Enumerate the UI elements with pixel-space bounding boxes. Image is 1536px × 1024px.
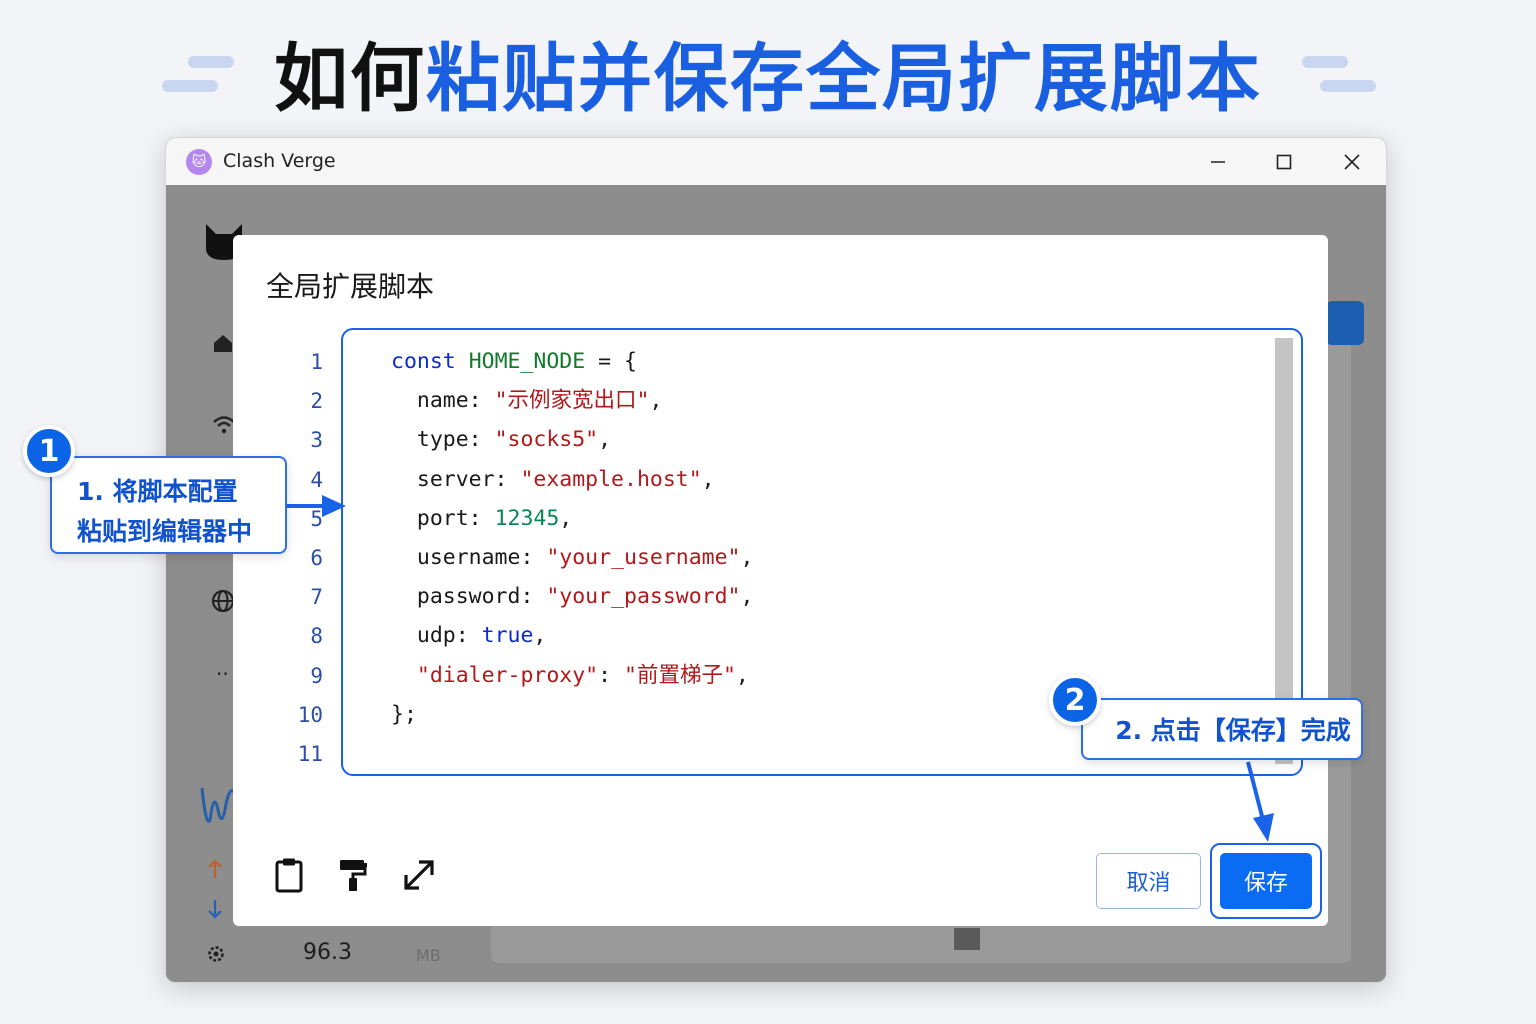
step1-line1: 1. 将脚本配置 xyxy=(77,477,238,506)
code-token: const xyxy=(391,349,456,374)
line-number: 7 xyxy=(310,585,323,610)
code-token: server: xyxy=(416,466,521,492)
line-number: 2 xyxy=(310,389,323,414)
code-token: "example.host" xyxy=(520,466,702,492)
code-token: : xyxy=(598,662,624,688)
code-token: , xyxy=(559,505,573,531)
save-button[interactable]: 保存 xyxy=(1220,853,1312,909)
code-token: }; xyxy=(391,701,417,727)
more-icon: ·· xyxy=(216,662,229,686)
code-line: const HOME_NODE = { xyxy=(391,342,753,381)
code-token: type: xyxy=(416,427,495,453)
home-icon xyxy=(214,335,232,352)
code-line: "dialer-proxy": "前置梯子", xyxy=(391,656,753,695)
page-headline: 如何 粘贴并保存全局扩展脚本 xyxy=(0,24,1536,122)
code-token: "your_password" xyxy=(546,584,741,610)
code-token: HOME_NODE xyxy=(468,349,586,374)
line-number: 3 xyxy=(310,428,323,453)
code-token: , xyxy=(533,623,547,649)
fullscreen-button[interactable] xyxy=(399,855,439,895)
traffic-graph-icon xyxy=(200,787,236,823)
maximize-icon xyxy=(1276,154,1292,170)
step1-line2: 粘贴到编辑器中 xyxy=(77,517,253,546)
code-token: = { xyxy=(585,349,637,374)
code-token: port: xyxy=(416,505,495,531)
script-editor-dialog: 全局扩展脚本 1 2 3 4 5 6 7 8 9 10 11 const HOM… xyxy=(233,235,1328,926)
step2-callout: 2. 点击【保存】完成 xyxy=(1081,698,1363,760)
dialog-title: 全局扩展脚本 xyxy=(266,270,435,303)
bg-scroll-thumb xyxy=(954,928,980,950)
code-token: true xyxy=(481,623,534,649)
code-line: password: "your_password", xyxy=(391,577,754,616)
code-token: 12345 xyxy=(494,505,560,531)
code-token: , xyxy=(740,584,754,610)
step1-callout: 1. 将脚本配置 粘贴到编辑器中 xyxy=(50,456,287,554)
code-token: "前置梯子" xyxy=(624,662,736,688)
code-token: , xyxy=(649,388,663,414)
close-button[interactable] xyxy=(1332,146,1372,178)
code-token: "your_username" xyxy=(546,544,741,570)
code-token: password: xyxy=(416,584,547,610)
code-line: }; xyxy=(391,695,753,734)
line-number: 4 xyxy=(310,467,323,492)
maximize-button[interactable] xyxy=(1264,146,1304,178)
app-window: 🐱 Clash Verge ·· 96.3 MB 全局扩展脚本 1 2 3 4 … xyxy=(165,137,1387,983)
code-line: type: "socks5", xyxy=(391,420,753,459)
close-icon xyxy=(1344,154,1360,170)
upload-arrow-icon xyxy=(208,859,222,878)
line-number: 1 xyxy=(310,350,323,374)
code-line: username: "your_username", xyxy=(391,538,754,577)
headline-blue: 粘贴并保存全局扩展脚本 xyxy=(426,35,1262,122)
code-token: "示例家宽出口" xyxy=(494,388,650,414)
memory-value: 96.3 xyxy=(303,940,352,965)
code-token: name: xyxy=(416,388,495,414)
minimize-icon xyxy=(1211,161,1225,163)
line-number-gutter: 1 2 3 4 5 6 7 8 9 10 11 xyxy=(283,343,323,774)
code-line: name: "示例家宽出口", xyxy=(391,381,753,420)
line-number: 10 xyxy=(297,702,323,727)
step2-text: 2. 点击【保存】完成 xyxy=(1115,716,1351,745)
download-arrow-icon xyxy=(208,900,222,919)
memory-unit: MB xyxy=(416,946,441,965)
code-token: , xyxy=(598,427,612,453)
paste-button[interactable] xyxy=(269,855,309,895)
settings-gear-icon xyxy=(208,946,224,962)
cat-logo-icon: 🐱 xyxy=(186,149,212,175)
code-token: , xyxy=(735,662,749,688)
headline-dark: 如何 xyxy=(274,35,426,122)
format-button[interactable] xyxy=(333,855,373,895)
code-token: "dialer-proxy" xyxy=(416,662,599,688)
code-token: "socks5" xyxy=(494,427,599,453)
clipboard-icon xyxy=(275,858,303,893)
step1-badge: 1 xyxy=(23,425,75,477)
code-token: username: xyxy=(416,544,547,570)
minimize-button[interactable] xyxy=(1198,146,1238,178)
step2-badge: 2 xyxy=(1049,674,1101,726)
code-content[interactable]: const HOME_NODE = { name: "示例家宽出口", type… xyxy=(391,342,753,773)
line-number: 5 xyxy=(310,506,323,531)
code-line: port: 12345, xyxy=(391,499,753,538)
code-token: udp: xyxy=(416,623,482,649)
code-line: udp: true, xyxy=(391,616,753,655)
line-number: 8 xyxy=(310,624,323,649)
format-paint-icon xyxy=(340,860,367,891)
cancel-button[interactable]: 取消 xyxy=(1096,853,1201,909)
line-number: 11 xyxy=(297,741,323,766)
line-number: 6 xyxy=(310,545,323,570)
title-bar: 🐱 Clash Verge xyxy=(166,138,1386,185)
code-token: , xyxy=(701,466,715,492)
app-title: Clash Verge xyxy=(223,150,336,172)
code-token: , xyxy=(740,544,754,570)
bg-action-button xyxy=(1326,301,1364,345)
code-line: server: "example.host", xyxy=(391,460,753,499)
line-number: 9 xyxy=(310,663,323,688)
expand-icon xyxy=(404,860,434,890)
